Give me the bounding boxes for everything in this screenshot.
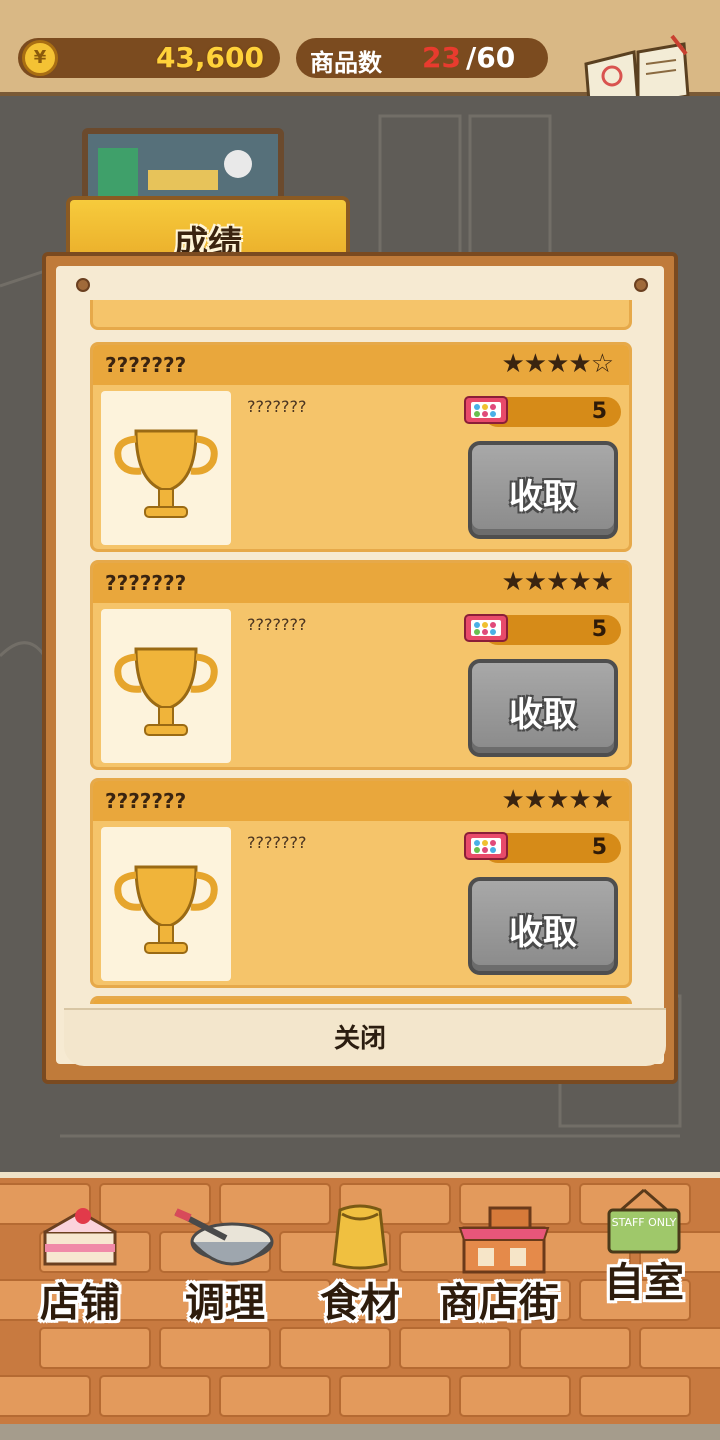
svg-text:STAFF ONLY: STAFF ONLY [612, 1216, 677, 1229]
nav-ingredients-label: 食材 [320, 1280, 400, 1326]
reward-count: 5 [591, 835, 607, 860]
coin-value: 43,600 [155, 41, 264, 74]
collect-button[interactable]: 收取 [468, 659, 618, 757]
nav-cooking[interactable]: 调理 [160, 1178, 290, 1338]
trophy-icon [114, 865, 218, 954]
nav-shop[interactable]: 店铺 [20, 1178, 140, 1338]
coin-counter: ¥ 43,600 [18, 38, 280, 78]
nav-my-room[interactable]: STAFF ONLY 自室 [586, 1178, 702, 1338]
achievement-stars: ★★★★★ [501, 567, 614, 597]
achievement-title: ??????? [105, 571, 187, 595]
achievement-stars: ★★★★☆ [501, 349, 614, 379]
achievement-description: ??????? [247, 397, 307, 416]
pin-icon [634, 278, 648, 292]
nav-shopping-street-label: 商店街 [439, 1280, 559, 1326]
collect-button[interactable]: 收取 [468, 877, 618, 975]
ticket-icon [464, 396, 508, 424]
collect-button-label: 收取 [509, 913, 577, 953]
product-count-label: 商品数 [310, 49, 382, 77]
achievement-description: ??????? [247, 833, 307, 852]
bottom-navigation: 店铺 调理 食材 商店街 STAFF ONLY 自室 [0, 1172, 720, 1440]
close-button[interactable]: 关闭 [300, 1016, 420, 1062]
nav-cooking-label: 调理 [185, 1280, 265, 1326]
reward-count: 5 [591, 617, 607, 642]
achievement-card: ??????? ★★★★☆ ??????? 5 收取 [90, 342, 632, 552]
achievement-title: ??????? [105, 789, 187, 813]
achievement-title: ??????? [105, 353, 187, 377]
achievement-card-partial [90, 300, 632, 330]
product-count-current: 23 [422, 41, 461, 74]
product-count-max: /60 [466, 41, 516, 74]
achievement-list[interactable]: ??????? ★★★★☆ ??????? 5 收取 ??????? ★★★★★… [90, 300, 632, 1004]
trophy-image [101, 609, 231, 763]
coin-icon: ¥ [22, 40, 58, 76]
achievement-header [93, 999, 629, 1004]
product-counter: 商品数 23 /60 [296, 38, 548, 78]
trophy-icon [114, 647, 218, 736]
cake-icon [43, 1208, 117, 1266]
flour-sack-icon [332, 1204, 388, 1270]
trophy-image [101, 391, 231, 545]
achievement-card: ??????? ★★★★★ ??????? 5 收取 [90, 560, 632, 770]
collect-button[interactable]: 收取 [468, 441, 618, 539]
achievement-description: ??????? [247, 615, 307, 634]
trophy-image [101, 827, 231, 981]
nav-shopping-street[interactable]: 商店街 [428, 1178, 570, 1338]
reward-count: 5 [591, 399, 607, 424]
achievement-stars: ★★★★★ [501, 785, 614, 815]
pin-icon [76, 278, 90, 292]
achievement-card: ??????? ★★★★★ ??????? 5 收取 [90, 778, 632, 988]
collect-button-label: 收取 [509, 695, 577, 735]
staff-only-sign-icon: STAFF ONLY [607, 1188, 681, 1254]
trophy-icon [114, 429, 218, 518]
collect-button-label: 收取 [509, 477, 577, 517]
ticket-icon [464, 614, 508, 642]
nav-my-room-label: 自室 [604, 1260, 684, 1306]
nav-shop-label: 店铺 [40, 1280, 120, 1326]
mixing-bowl-icon [174, 1208, 274, 1266]
achievement-card-partial [90, 996, 632, 1004]
nav-ingredients[interactable]: 食材 [300, 1178, 420, 1338]
shop-icon [458, 1206, 550, 1274]
ticket-icon [464, 832, 508, 860]
